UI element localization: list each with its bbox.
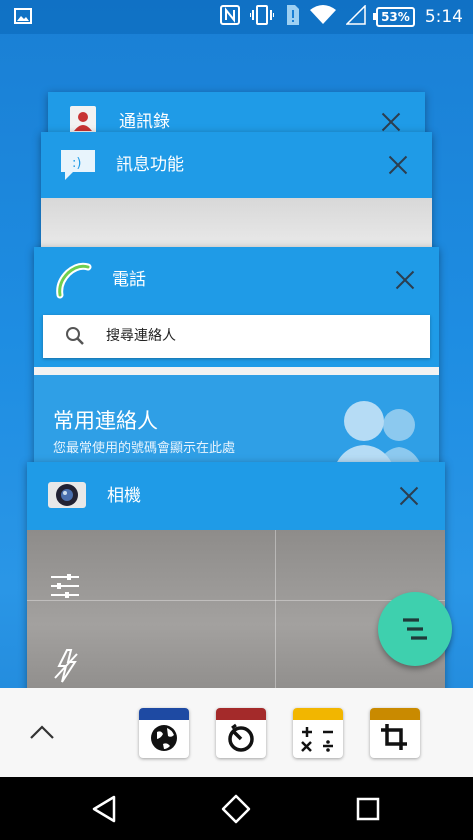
close-card-button[interactable] <box>397 484 421 508</box>
recent-card-camera[interactable]: 相機 <box>27 462 445 702</box>
recent-card-phone[interactable]: 電話 搜尋連絡人 常用連絡人 您最常使用的號碼會顯示在此處 <box>34 247 439 487</box>
recents-button[interactable] <box>350 791 386 827</box>
back-button[interactable] <box>86 791 122 827</box>
card-header: :) 訊息功能 <box>41 132 432 198</box>
phone-icon <box>54 261 94 305</box>
recents-icon <box>356 797 380 821</box>
sim-alert-icon <box>284 4 300 30</box>
svg-text::): :) <box>72 156 81 171</box>
clear-all-icon <box>401 617 429 645</box>
favorites-title: 常用連絡人 <box>53 409 158 433</box>
close-card-button[interactable] <box>379 110 403 134</box>
vibrate-icon <box>249 5 276 29</box>
status-bar: 53% 5:14 <box>0 0 473 34</box>
search-icon <box>65 326 85 350</box>
home-button[interactable] <box>218 791 254 827</box>
wifi-icon <box>310 5 337 29</box>
card-header: 相機 <box>27 462 445 530</box>
home-icon <box>221 794 251 824</box>
small-app-calculator[interactable] <box>293 708 343 758</box>
nfc-icon <box>220 5 241 29</box>
search-placeholder: 搜尋連絡人 <box>106 328 176 344</box>
camera-icon <box>47 480 87 514</box>
messaging-icon: :) <box>59 148 97 186</box>
contact-search-field[interactable]: 搜尋連絡人 <box>43 315 430 358</box>
expand-chevron-up-icon[interactable] <box>27 718 57 748</box>
card-title: 相機 <box>107 486 141 506</box>
clock: 5:14 <box>424 7 463 27</box>
flash-off-icon <box>53 648 79 688</box>
card-title: 訊息功能 <box>116 155 184 175</box>
favorites-subtitle: 您最常使用的號碼會顯示在此處 <box>53 441 236 456</box>
small-app-timer[interactable] <box>216 708 266 758</box>
small-app-crop[interactable] <box>370 708 420 758</box>
grid-line <box>27 600 445 601</box>
grid-line <box>275 530 276 702</box>
screenshot-notification-icon <box>14 8 32 28</box>
small-app-browser[interactable] <box>139 708 189 758</box>
navigation-bar <box>0 777 473 840</box>
card-header: 電話 搜尋連絡人 <box>34 247 439 367</box>
settings-sliders-icon <box>51 574 79 602</box>
clear-all-button[interactable] <box>378 592 452 666</box>
battery-indicator: 53% <box>373 7 415 27</box>
close-card-button[interactable] <box>386 153 410 177</box>
small-apps-tray <box>0 688 473 777</box>
close-card-button[interactable] <box>393 268 417 292</box>
back-icon <box>92 795 116 823</box>
card-title: 電話 <box>112 270 146 290</box>
signal-icon <box>345 4 366 29</box>
recent-card-messaging[interactable]: :) 訊息功能 <box>41 132 432 262</box>
